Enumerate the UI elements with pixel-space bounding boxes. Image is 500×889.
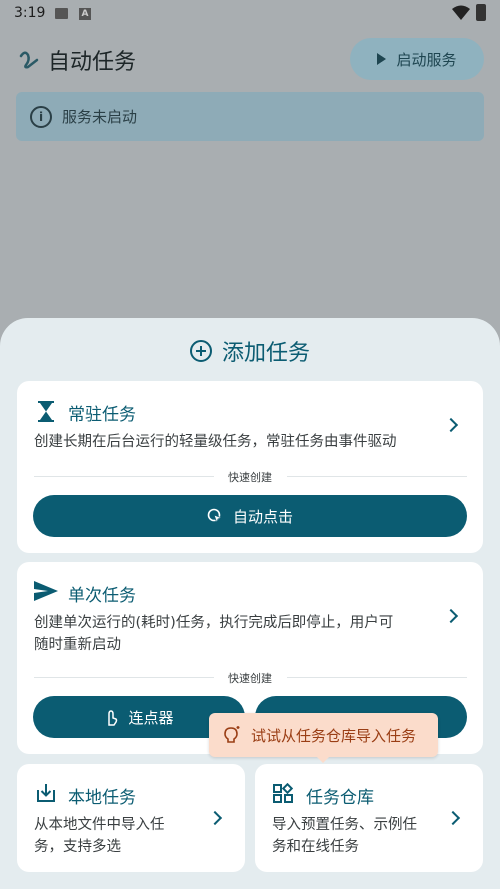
resident-task-description: 创建长期在后台运行的轻量级任务，常驻任务由事件驱动 bbox=[34, 434, 397, 450]
sheet-title: 添加任务 bbox=[221, 341, 310, 366]
task-repository-card[interactable]: 任务仓库 导入预置任务、示例任 务和在线任务 bbox=[255, 764, 483, 872]
chevron-right-icon bbox=[443, 417, 459, 433]
tooltip-arrow bbox=[316, 756, 330, 763]
image-notification-icon bbox=[55, 8, 68, 19]
oneshot-task-title: 单次任务 bbox=[68, 586, 136, 606]
app-bar: 自动任务 启动服务 bbox=[0, 28, 500, 88]
wifi-icon bbox=[452, 5, 470, 20]
quick-create-label: 快速创建 bbox=[228, 672, 272, 685]
local-task-description-line2: 务，支持多选 bbox=[34, 839, 121, 855]
hourglass-icon bbox=[38, 401, 54, 422]
widgets-icon bbox=[273, 783, 293, 803]
play-icon bbox=[377, 53, 387, 65]
touch-click-icon bbox=[207, 508, 223, 524]
import-icon bbox=[37, 784, 55, 802]
task-repository-description-line2: 务和在线任务 bbox=[272, 839, 359, 855]
status-bar: 3:19 A bbox=[0, 0, 500, 28]
a-notification-icon: A bbox=[79, 8, 91, 20]
chevron-right-icon bbox=[207, 810, 223, 826]
chevron-right-icon bbox=[445, 810, 461, 826]
clicker-label: 连点器 bbox=[128, 708, 174, 727]
auto-click-label: 自动点击 bbox=[232, 507, 293, 526]
oneshot-task-description-line2: 随时重新启动 bbox=[34, 637, 121, 653]
add-circle-icon bbox=[189, 340, 212, 362]
start-service-label: 启动服务 bbox=[396, 50, 457, 69]
local-task-card[interactable]: 本地任务 从本地文件中导入任 务，支持多选 bbox=[17, 764, 245, 872]
oneshot-task-description-line1: 创建单次运行的(耗时)任务，执行完成后即停止，用户可 bbox=[34, 615, 394, 631]
divider bbox=[287, 476, 467, 477]
app-logo-icon bbox=[19, 51, 39, 69]
repository-hint-tooltip[interactable]: 试试从任务仓库导入任务 bbox=[209, 713, 438, 757]
sheet-header: 添加任务 bbox=[0, 336, 500, 366]
service-status-banner: i 服务未启动 bbox=[16, 92, 484, 141]
task-repository-description-line1: 导入预置任务、示例任 bbox=[272, 817, 417, 833]
resident-task-title: 常驻任务 bbox=[68, 405, 136, 425]
start-service-button[interactable]: 启动服务 bbox=[350, 38, 484, 80]
tooltip-text: 试试从任务仓库导入任务 bbox=[251, 726, 417, 745]
service-status-text: 服务未启动 bbox=[62, 108, 138, 126]
local-task-title: 本地任务 bbox=[68, 788, 136, 808]
chevron-right-icon bbox=[443, 608, 459, 624]
quick-create-label: 快速创建 bbox=[228, 471, 272, 484]
resident-task-card[interactable]: 常驻任务 创建长期在后台运行的轻量级任务，常驻任务由事件驱动 快速创建 自动点击 bbox=[17, 381, 483, 553]
tap-finger-icon bbox=[108, 709, 118, 726]
task-repository-title: 任务仓库 bbox=[306, 788, 374, 808]
app-title: 自动任务 bbox=[48, 50, 137, 75]
divider bbox=[287, 677, 467, 678]
battery-icon bbox=[476, 4, 486, 21]
send-icon bbox=[34, 581, 58, 601]
local-task-description-line1: 从本地文件中导入任 bbox=[34, 817, 165, 833]
status-time: 3:19 bbox=[14, 5, 46, 21]
info-icon: i bbox=[30, 105, 52, 128]
lightbulb-icon bbox=[224, 726, 240, 743]
auto-click-button[interactable]: 自动点击 bbox=[33, 495, 467, 537]
